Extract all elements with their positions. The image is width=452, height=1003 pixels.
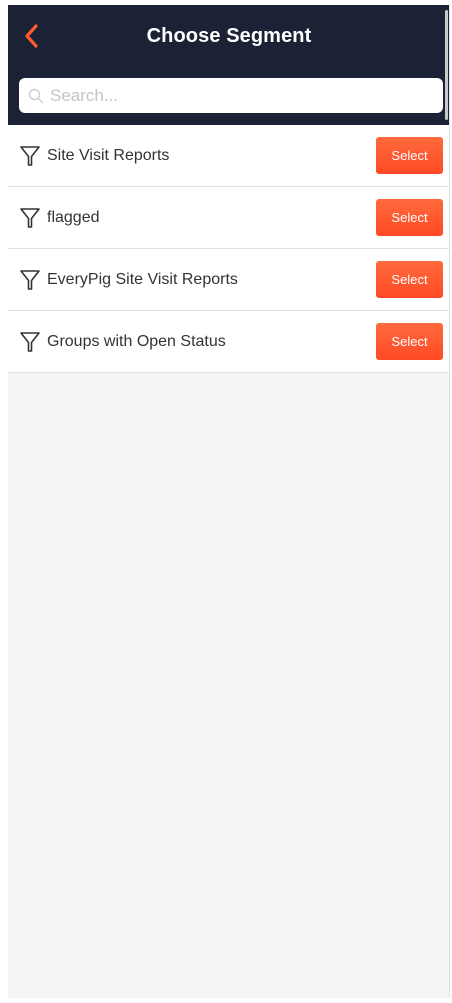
search-box[interactable] (19, 78, 443, 113)
scrollbar[interactable] (445, 10, 448, 120)
filter-icon (20, 146, 40, 166)
segment-chooser-panel: Choose Segment Site Visit Reports Select (8, 5, 450, 998)
select-button[interactable]: Select (376, 261, 443, 298)
header-bar: Choose Segment (8, 5, 449, 125)
segment-label: Groups with Open Status (47, 333, 226, 350)
search-icon (28, 88, 44, 103)
select-button[interactable]: Select (376, 199, 443, 236)
segment-list: Site Visit Reports Select flagged Select… (8, 125, 449, 373)
segment-label: Site Visit Reports (47, 147, 170, 164)
filter-icon (20, 332, 40, 352)
select-button[interactable]: Select (376, 137, 443, 174)
segment-row: EveryPig Site Visit Reports Select (8, 249, 449, 311)
segment-row: Groups with Open Status Select (8, 311, 449, 373)
segment-label: EveryPig Site Visit Reports (47, 271, 238, 288)
page-title: Choose Segment (146, 25, 312, 47)
search-input[interactable] (50, 85, 420, 106)
segment-label: flagged (47, 209, 100, 226)
select-button[interactable]: Select (376, 323, 443, 360)
segment-row: flagged Select (8, 187, 449, 249)
segment-row: Site Visit Reports Select (8, 125, 449, 187)
app-frame: Choose Segment Site Visit Reports Select (0, 0, 452, 1003)
filter-icon (20, 208, 40, 228)
filter-icon (20, 270, 40, 290)
